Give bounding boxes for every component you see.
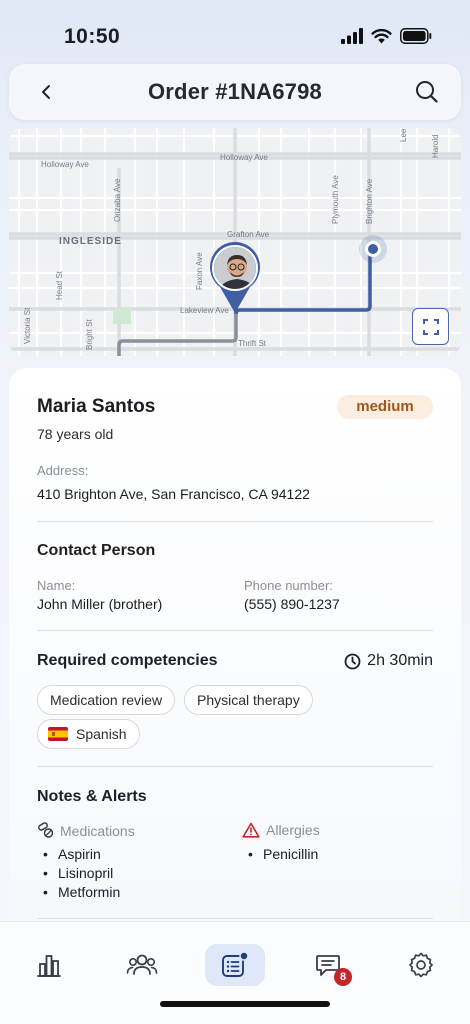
spain-flag-icon [48, 727, 68, 741]
list-item: Lisinopril [37, 864, 120, 883]
street-label: Orizaba Ave [113, 178, 122, 222]
clock-icon [344, 653, 361, 669]
list-item: Metformin [37, 883, 120, 902]
divider [37, 766, 433, 767]
allergies-label: Allergies [266, 822, 320, 838]
allergies-list: Penicillin [242, 845, 318, 864]
street-label: Head St [55, 271, 64, 300]
nav-team[interactable] [112, 944, 172, 986]
nav-settings[interactable] [391, 944, 451, 986]
fullscreen-icon [422, 318, 439, 335]
status-icons [341, 28, 432, 44]
pills-icon [38, 822, 54, 838]
address-value: 410 Brighton Ave, San Francisco, CA 9412… [37, 486, 310, 502]
street-label: Harold [431, 134, 440, 158]
settings-icon [409, 952, 433, 978]
status-bar: 10:50 [0, 0, 470, 60]
contact-name-value: John Miller (brother) [37, 596, 163, 612]
street-label: Faxon Ave [195, 252, 204, 290]
chart-icon [37, 955, 61, 977]
medications-label: Medications [60, 822, 135, 839]
list-item: Penicillin [242, 845, 318, 864]
divider [37, 521, 433, 522]
competencies-section-title: Required competencies [37, 652, 218, 669]
signal-icon [341, 28, 363, 44]
chip-label: Medication review [50, 692, 163, 708]
divider [37, 918, 433, 919]
medications-heading: Medications [37, 822, 135, 839]
home-indicator [160, 1001, 330, 1007]
street-label: Lee [399, 128, 408, 142]
battery-icon [400, 28, 432, 44]
users-icon [126, 954, 158, 975]
header-bar: Order #1NA6798 [9, 64, 461, 120]
route-map[interactable]: Holloway Ave Holloway Ave Grafton Ave La… [9, 128, 461, 356]
chip-label: Physical therapy [197, 692, 300, 708]
street-label: Brighton Ave [365, 178, 374, 224]
divider [37, 630, 433, 631]
nav-statistics[interactable] [19, 944, 79, 986]
chip-label: Spanish [76, 726, 127, 742]
duration-text: 2h 30min [367, 652, 433, 669]
list-item: Aspirin [37, 845, 120, 864]
street-label: Plymouth Ave [331, 175, 340, 224]
contact-name-label: Name: [37, 578, 76, 593]
caregiver-location-pin[interactable] [208, 241, 264, 313]
order-details-card: Maria Santos medium 78 years old Address… [9, 368, 461, 928]
search-icon [416, 81, 438, 103]
allergies-heading: Allergies [242, 822, 320, 838]
status-time: 10:50 [64, 25, 121, 48]
patient-name: Maria Santos [37, 396, 156, 417]
street-label: Grafton Ave [227, 230, 270, 239]
messages-badge: 8 [334, 968, 352, 986]
street-label: Thrift St [238, 339, 267, 348]
avatar [212, 245, 258, 291]
street-label: Holloway Ave [41, 160, 89, 169]
street-label: Holloway Ave [220, 153, 268, 162]
competency-chip: Physical therapy [184, 685, 313, 715]
patient-age: 78 years old [37, 426, 114, 442]
warning-icon [242, 822, 260, 838]
search-button[interactable] [413, 78, 441, 106]
language-chip: Spanish [37, 719, 140, 749]
visit-duration: 2h 30min [344, 652, 433, 670]
notes-section-title: Notes & Alerts [37, 788, 147, 805]
nav-orders[interactable] [205, 944, 265, 986]
street-label: Bright St [85, 319, 94, 350]
nav-messages[interactable]: 8 [298, 944, 358, 986]
district-label: INGLESIDE [59, 236, 122, 247]
contact-section-title: Contact Person [37, 542, 156, 559]
bottom-navigation: 8 [0, 921, 470, 1024]
address-label: Address: [37, 463, 89, 478]
wifi-icon [371, 28, 392, 44]
street-label: Victoria St [23, 307, 32, 344]
orders-icon [222, 951, 249, 977]
priority-badge: medium [337, 395, 433, 419]
competency-chip: Medication review [37, 685, 176, 715]
fullscreen-button[interactable] [412, 308, 449, 345]
phone-label: Phone number: [244, 578, 333, 593]
page-title: Order #1NA6798 [147, 79, 322, 104]
phone-value[interactable]: (555) 890-1237 [244, 596, 340, 612]
medications-list: Aspirin Lisinopril Metformin [37, 845, 120, 902]
